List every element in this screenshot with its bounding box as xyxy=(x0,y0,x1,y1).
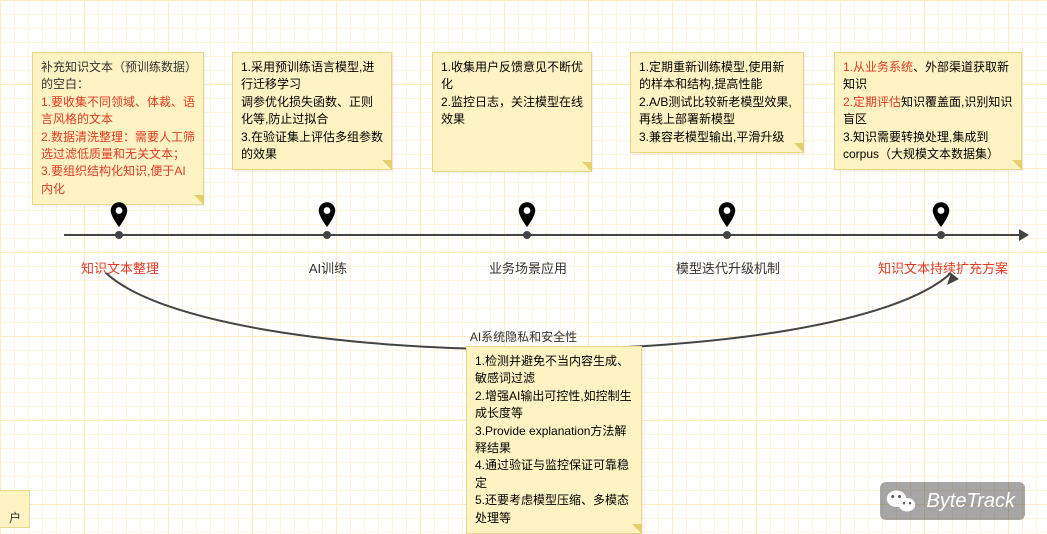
card-line: 3.兼容老模型输出,平滑升级 xyxy=(639,130,784,144)
card-privacy-safety: 1.检测并避免不当内容生成、敏感词过滤 2.增强AI输出可控性,如控制生成长度等… xyxy=(466,346,642,534)
card-line: 3.Provide explanation方法解释结果 xyxy=(475,424,626,455)
timeline-dot xyxy=(323,231,331,239)
timeline-dot xyxy=(723,231,731,239)
stage-label-knowledge-prep: 知识文本整理 xyxy=(50,258,190,277)
location-pin-icon xyxy=(932,202,950,228)
card-business-scene: 1.收集用户反馈意见不断优化 2.监控日志，关注模型在线效果 xyxy=(432,52,592,172)
card-model-iterate: 1.定期重新训练模型,使用新的样本和结构,提高性能 2.A/B测试比较新老模型效… xyxy=(630,52,804,153)
location-pin-icon xyxy=(318,202,336,228)
card-line: 2.A/B测试比较新老模型效果,再线上部署新模型 xyxy=(639,95,792,126)
card-line: 1.采用预训练语言模型,进行迁移学习 xyxy=(241,60,374,91)
location-pin-icon xyxy=(718,202,736,228)
card-ai-training: 1.采用预训练语言模型,进行迁移学习 调参优化损失函数、正则化等,防止过拟合 3… xyxy=(232,52,392,170)
arc-label: AI系统隐私和安全性 xyxy=(0,328,1047,345)
card-line: 2.监控日志，关注模型在线效果 xyxy=(441,95,583,126)
card-line: 3.在验证集上评估多组参数的效果 xyxy=(241,130,383,161)
card-line: 2.增强AI输出可控性,如控制生成长度等 xyxy=(475,389,632,420)
card-line: 1.要收集不同领域、体裁、语言风格的文本 xyxy=(41,95,195,126)
card-line: 4.通过验证与监控保证可靠稳定 xyxy=(475,458,629,489)
card-line: 调参优化损失函数、正则化等,防止过拟合 xyxy=(241,95,373,126)
location-pin-icon xyxy=(518,202,536,228)
timeline-dot xyxy=(523,231,531,239)
location-pin-icon xyxy=(110,202,128,228)
stage-label-business-scene: 业务场景应用 xyxy=(458,258,598,277)
timeline-dot xyxy=(937,231,945,239)
timeline-dot xyxy=(115,231,123,239)
card-knowledge-expand: 1.从业务系统、外部渠道获取新知识 2.定期评估知识覆盖面,识别知识盲区 3.知… xyxy=(834,52,1022,170)
timeline-arrow xyxy=(64,234,1027,236)
card-knowledge-prep: 补充知识文本（预训练数据）的空白： 1.要收集不同领域、体裁、语言风格的文本 2… xyxy=(32,52,204,205)
partial-card: 户 xyxy=(0,490,30,528)
stage-label-model-iterate: 模型迭代升级机制 xyxy=(658,258,798,277)
watermark: ByteTrack xyxy=(880,482,1025,520)
card-line: 2.定期评估 xyxy=(843,95,901,109)
card-line: 2.数据清洗整理：需要人工筛选过滤低质量和无关文本； xyxy=(41,130,195,161)
card-line: 1.检测并避免不当内容生成、敏感词过滤 xyxy=(475,354,629,385)
card-line: 3.知识需要转换处理,集成到corpus（大规模文本数据集） xyxy=(843,130,999,161)
stage-label-ai-training: AI训练 xyxy=(258,258,398,277)
partial-text: 户 xyxy=(9,511,21,525)
card-line: 1.收集用户反馈意见不断优化 xyxy=(441,60,583,91)
card-line: 5.还要考虑模型压缩、多模态处理等 xyxy=(475,493,629,524)
card-line: 1.定期重新训练模型,使用新的样本和结构,提高性能 xyxy=(639,60,784,91)
card-line: 3.要组织结构化知识,便于AI内化 xyxy=(41,164,186,195)
card-line: 补充知识文本（预训练数据）的空白： xyxy=(41,60,191,91)
stage-label-knowledge-expand: 知识文本持续扩充方案 xyxy=(878,258,1008,277)
wechat-icon xyxy=(886,488,916,514)
card-line: 1.从业务系统 xyxy=(843,60,913,74)
watermark-text: ByteTrack xyxy=(926,490,1015,513)
